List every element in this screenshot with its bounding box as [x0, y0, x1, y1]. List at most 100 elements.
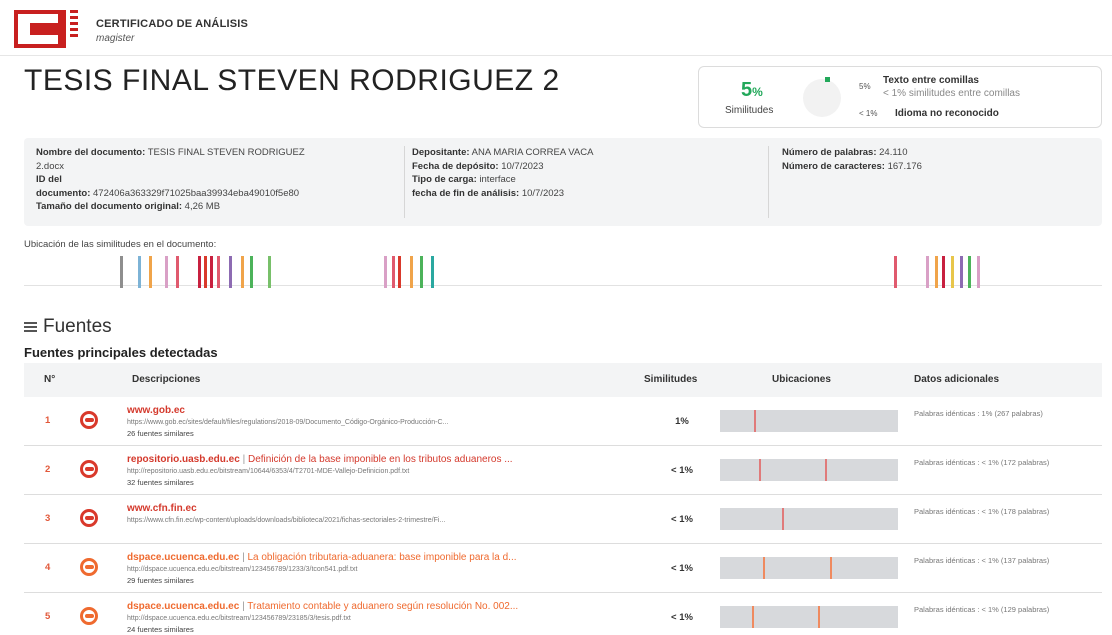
- similarity-donut-chart: [803, 79, 841, 117]
- source-additional-data: Palabras idénticas : < 1% (172 palabras): [914, 458, 1050, 467]
- source-domain-link[interactable]: dspace.ucuenca.edu.ec: [127, 601, 239, 612]
- source-similarity: < 1%: [671, 612, 693, 623]
- similarity-location-mark[interactable]: [149, 256, 153, 288]
- similarity-location-mark[interactable]: [942, 256, 946, 288]
- source-number: 5: [45, 611, 51, 622]
- similarity-location-mark[interactable]: [926, 256, 930, 288]
- similarity-location-label: Ubicación de las similitudes en el docum…: [24, 239, 217, 250]
- similarity-location-mark[interactable]: [968, 256, 972, 288]
- source-location-mark: [759, 459, 762, 481]
- source-location-bar[interactable]: [720, 606, 898, 628]
- similarity-percent: 5%: [741, 79, 763, 101]
- sources-subheading: Fuentes principales detectadas: [24, 345, 218, 360]
- similarity-location-mark[interactable]: [267, 256, 271, 288]
- source-row[interactable]: 3 www.cfn.fin.ec https://www.cfn.fin.ec/wp…: [24, 496, 1102, 544]
- source-title[interactable]: Tratamiento contable y aduanero según re…: [247, 601, 518, 612]
- source-location-bar[interactable]: [720, 508, 898, 530]
- similarity-location-mark[interactable]: [431, 256, 435, 288]
- source-location-mark: [825, 459, 828, 481]
- similarity-location-mark[interactable]: [165, 256, 169, 288]
- source-location-bar[interactable]: [720, 557, 898, 579]
- source-number: 1: [45, 415, 51, 426]
- source-additional-data: Palabras idénticas : < 1% (129 palabras): [914, 605, 1050, 614]
- col-header-locations: Ubicaciones: [772, 374, 831, 385]
- source-url[interactable]: https://www.cfn.fin.ec/wp-content/upload…: [127, 515, 647, 526]
- similarity-summary-card: 5% Similitudes 5% Texto entre comillas <…: [698, 66, 1102, 128]
- similarity-location-mark[interactable]: [138, 256, 142, 288]
- globe-icon: [80, 411, 98, 429]
- col-header-descriptions: Descripciones: [132, 374, 201, 385]
- similarity-location-mark[interactable]: [216, 256, 220, 288]
- similarity-location-mark[interactable]: [391, 256, 395, 288]
- similarity-location-mark[interactable]: [934, 256, 938, 288]
- source-domain-link[interactable]: www.cfn.fin.ec: [127, 503, 197, 514]
- source-title[interactable]: Definición de la base imponible en los t…: [248, 454, 513, 465]
- source-similarity: < 1%: [671, 514, 693, 525]
- legend-pct: < 1%: [859, 109, 878, 118]
- similarity-location-mark[interactable]: [384, 256, 388, 288]
- similarity-location-mark[interactable]: [175, 256, 179, 288]
- source-url[interactable]: http://dspace.ucuenca.edu.ec/bitstream/1…: [127, 564, 647, 575]
- source-url[interactable]: https://www.gob.ec/sites/default/files/r…: [127, 417, 647, 428]
- source-description: repositorio.uasb.edu.ec | Definición de …: [127, 453, 647, 488]
- certificate-title: CERTIFICADO DE ANÁLISIS: [96, 18, 249, 30]
- source-row[interactable]: 2 repositorio.uasb.edu.ec | Definición de…: [24, 447, 1102, 495]
- similarity-location-mark[interactable]: [976, 256, 980, 288]
- source-location-bar[interactable]: [720, 459, 898, 481]
- top-bar: CERTIFICADO DE ANÁLISIS magister: [0, 0, 1112, 56]
- similarity-location-strip[interactable]: [24, 252, 1102, 292]
- sources-table-header: N° Descripciones Similitudes Ubicaciones…: [24, 363, 1102, 397]
- info-divider: [404, 146, 405, 218]
- globe-icon: [80, 509, 98, 527]
- info-divider: [768, 146, 769, 218]
- source-domain-link[interactable]: www.gob.ec: [127, 405, 185, 416]
- similarity-location-mark[interactable]: [210, 256, 214, 288]
- source-url[interactable]: http://dspace.ucuenca.edu.ec/bitstream/1…: [127, 613, 647, 624]
- globe-icon: [80, 558, 98, 576]
- source-row[interactable]: 4 dspace.ucuenca.edu.ec | La obligación t…: [24, 545, 1102, 593]
- source-title[interactable]: La obligación tributaria-aduanera: base …: [247, 552, 516, 563]
- source-title-line[interactable]: www.gob.ec: [127, 404, 647, 417]
- similarity-location-mark[interactable]: [893, 256, 897, 288]
- source-url[interactable]: http://repositorio.uasb.edu.ec/bitstream…: [127, 466, 647, 477]
- source-location-bar[interactable]: [720, 410, 898, 432]
- similarity-location-mark[interactable]: [228, 256, 232, 288]
- source-number: 4: [45, 562, 51, 573]
- similarity-location-mark[interactable]: [197, 256, 201, 288]
- similarity-location-mark[interactable]: [951, 256, 955, 288]
- col-header-num: N°: [44, 374, 56, 385]
- similarity-location-mark[interactable]: [240, 256, 244, 288]
- source-title-line[interactable]: dspace.ucuenca.edu.ec | La obligación tr…: [127, 551, 647, 564]
- legend-label: < 1% similitudes entre comillas: [883, 88, 1020, 99]
- source-description: dspace.ucuenca.edu.ec | Tratamiento cont…: [127, 600, 647, 635]
- source-title-line[interactable]: www.cfn.fin.ec: [127, 502, 647, 515]
- similarity-location-mark[interactable]: [398, 256, 402, 288]
- info-column-document: Nombre del documento: TESIS FINAL STEVEN…: [36, 147, 305, 212]
- source-title-line[interactable]: repositorio.uasb.edu.ec | Definición de …: [127, 453, 647, 466]
- similar-sources-count[interactable]: 26 fuentes similares: [127, 428, 647, 439]
- similar-sources-count[interactable]: 24 fuentes similares: [127, 624, 647, 635]
- logo-side-mark: [70, 10, 80, 48]
- source-domain-link[interactable]: repositorio.uasb.edu.ec: [127, 454, 240, 465]
- document-title: TESIS FINAL STEVEN RODRIGUEZ 2: [24, 64, 560, 97]
- source-location-mark: [753, 410, 756, 432]
- source-similarity: < 1%: [671, 563, 693, 574]
- source-title-line[interactable]: dspace.ucuenca.edu.ec | Tratamiento cont…: [127, 600, 647, 613]
- similarity-location-mark[interactable]: [250, 256, 254, 288]
- similarity-location-mark[interactable]: [409, 256, 413, 288]
- similar-sources-count[interactable]: 32 fuentes similares: [127, 477, 647, 488]
- source-row[interactable]: 1 www.gob.ec https://www.gob.ec/sites/defa…: [24, 398, 1102, 446]
- source-number: 3: [45, 513, 51, 524]
- certificate-subtitle: magister: [96, 33, 135, 44]
- similarity-location-mark[interactable]: [419, 256, 423, 288]
- document-info-panel: Nombre del documento: TESIS FINAL STEVEN…: [24, 138, 1102, 226]
- similar-sources-count[interactable]: 29 fuentes similares: [127, 575, 647, 586]
- source-location-mark: [762, 557, 765, 579]
- similarity-location-mark[interactable]: [204, 256, 208, 288]
- source-row[interactable]: 5 dspace.ucuenca.edu.ec | Tratamiento con…: [24, 594, 1102, 635]
- similarity-location-mark[interactable]: [119, 256, 123, 288]
- legend-label: Idioma no reconocido: [895, 108, 999, 119]
- source-location-mark: [830, 557, 833, 579]
- source-domain-link[interactable]: dspace.ucuenca.edu.ec: [127, 552, 239, 563]
- similarity-location-mark[interactable]: [959, 256, 963, 288]
